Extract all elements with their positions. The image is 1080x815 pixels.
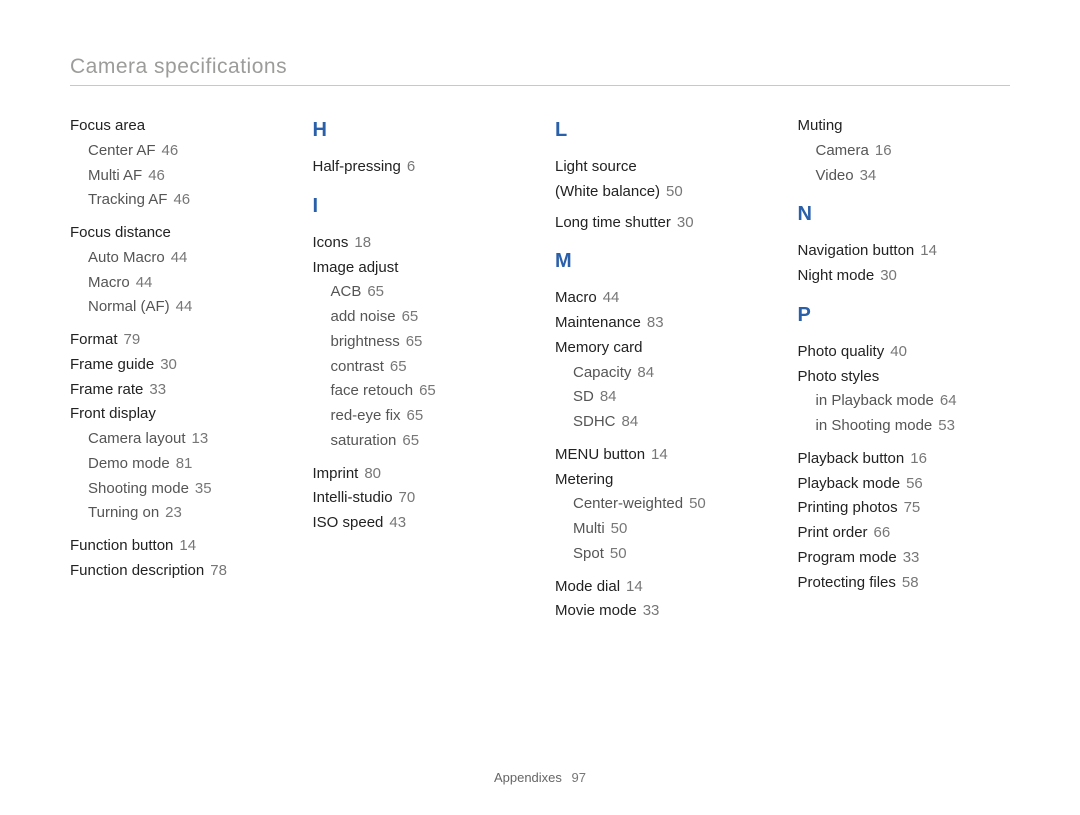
entry-photo-quality: Photo quality40 [798,340,1011,365]
entry-intelli-studio: Intelli-studio70 [313,486,526,511]
subentry: Camera16 [816,139,1011,164]
entry-focus-area: Focus area [70,114,283,139]
entry-maintenance: Maintenance83 [555,311,768,336]
subentry: Capacity84 [573,361,768,386]
subentry: brightness65 [331,330,526,355]
entry-print-order: Print order66 [798,521,1011,546]
subentry: Tracking AF46 [88,188,283,213]
subentry: add noise65 [331,305,526,330]
subentry: in Shooting mode53 [816,414,1011,439]
subentry: Demo mode81 [88,452,283,477]
entry-mode-dial: Mode dial14 [555,575,768,600]
subentry: saturation65 [331,429,526,454]
entry-menu-button: MENU button14 [555,443,768,468]
subentry: Center-weighted50 [573,492,768,517]
entry-function-description: Function description78 [70,559,283,584]
letter-m: M [555,245,768,278]
entry-macro: Macro44 [555,286,768,311]
subentry: Multi50 [573,517,768,542]
entry-frame-guide: Frame guide30 [70,353,283,378]
subentry: Shooting mode35 [88,477,283,502]
subentry: red-eye fix65 [331,404,526,429]
footer-label: Appendixes [494,770,562,785]
entry-playback-mode: Playback mode56 [798,472,1011,497]
entry-format: Format79 [70,328,283,353]
entry-iso-speed: ISO speed43 [313,511,526,536]
subentry: in Playback mode64 [816,389,1011,414]
subentry: ACB65 [331,280,526,305]
subentry: Normal (AF)44 [88,295,283,320]
page-footer: Appendixes 97 [0,770,1080,785]
entry-program-mode: Program mode33 [798,546,1011,571]
letter-h: H [313,114,526,147]
footer-page: 97 [572,770,586,785]
subentry: face retouch65 [331,379,526,404]
entry-icons: Icons18 [313,231,526,256]
letter-p: P [798,299,1011,332]
page: Camera specifications Focus area Center … [0,0,1080,624]
entry-image-adjust: Image adjust [313,256,526,281]
index-columns: Focus area Center AF46 Multi AF46 Tracki… [70,114,1010,624]
entry-half-pressing: Half-pressing6 [313,155,526,180]
entry-imprint: Imprint80 [313,462,526,487]
column-4: Muting Camera16 Video34 N Navigation but… [798,114,1011,624]
entry-focus-distance: Focus distance [70,221,283,246]
entry-playback-button: Playback button16 [798,447,1011,472]
column-2: H Half-pressing6 I Icons18 Image adjust … [313,114,526,624]
column-3: L Light source (White balance)50 Long ti… [555,114,768,624]
page-header: Camera specifications [70,55,1010,86]
entry-memory-card: Memory card [555,336,768,361]
subentry: Auto Macro44 [88,246,283,271]
entry-metering: Metering [555,468,768,493]
letter-n: N [798,198,1011,231]
subentry: Video34 [816,164,1011,189]
entry-function-button: Function button14 [70,534,283,559]
subentry: Multi AF46 [88,164,283,189]
entry-light-source-line1: Light source [555,155,768,180]
entry-photo-styles: Photo styles [798,365,1011,390]
subentry: Spot50 [573,542,768,567]
subentry: Center AF46 [88,139,283,164]
entry-navigation-button: Navigation button14 [798,239,1011,264]
entry-long-time-shutter: Long time shutter30 [555,211,768,236]
entry-night-mode: Night mode30 [798,264,1011,289]
letter-l: L [555,114,768,147]
entry-protecting-files: Protecting files58 [798,571,1011,596]
column-1: Focus area Center AF46 Multi AF46 Tracki… [70,114,283,624]
entry-front-display: Front display [70,402,283,427]
entry-printing-photos: Printing photos75 [798,496,1011,521]
subentry: contrast65 [331,355,526,380]
letter-i: I [313,190,526,223]
subentry: Macro44 [88,271,283,296]
subentry: SD84 [573,385,768,410]
entry-frame-rate: Frame rate33 [70,378,283,403]
entry-movie-mode: Movie mode33 [555,599,768,624]
entry-muting: Muting [798,114,1011,139]
subentry: Turning on23 [88,501,283,526]
subentry: SDHC84 [573,410,768,435]
entry-light-source-line2: (White balance)50 [555,180,768,205]
subentry: Camera layout13 [88,427,283,452]
